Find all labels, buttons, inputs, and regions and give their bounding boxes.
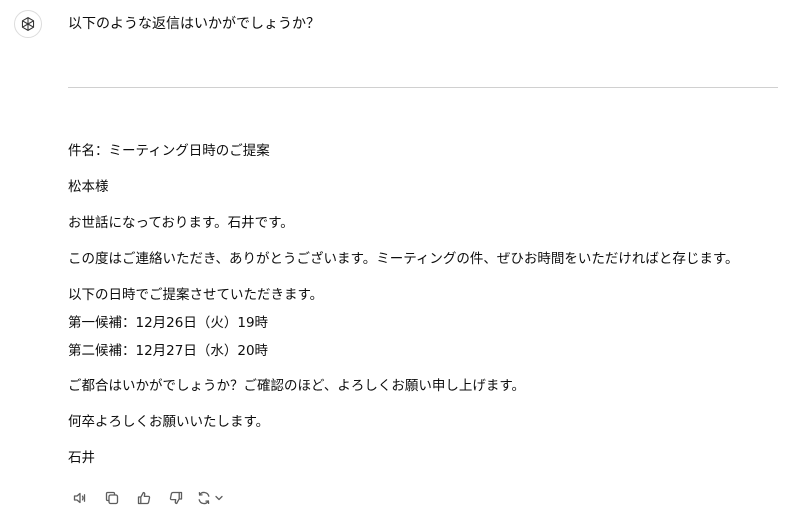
email-proposal-intro: 以下の日時でご提案させていただきます。: [68, 287, 324, 303]
thumbs-down-icon: [169, 491, 183, 505]
email-signature: 石井: [68, 450, 95, 466]
regenerate-icon: [198, 491, 210, 505]
email-option-2: 第二候補：12月27日（水）20時: [68, 343, 269, 359]
assistant-avatar: [14, 10, 42, 38]
assistant-intro-text: 以下のような返信はいかがでしょうか？: [68, 16, 320, 32]
email-paragraph: この度はご連絡いただき、ありがとうございます。ミーティングの件、ぜひお時間をいた…: [68, 251, 739, 267]
email-salutation: 松本様: [68, 179, 109, 195]
email-closing-question: ご都合はいかがでしょうか？ご確認のほど、よろしくお願い申し上げます。: [68, 378, 525, 394]
email-option-1: 第一候補：12月26日（火）19時: [68, 315, 269, 331]
thumbs-down-button[interactable]: [164, 487, 188, 509]
thumbs-up-button[interactable]: [132, 487, 156, 509]
divider: [68, 87, 778, 88]
email-closing: 何卒よろしくお願いいたします。: [68, 414, 270, 430]
regenerate-button[interactable]: [196, 487, 224, 509]
message-actions: [68, 487, 224, 509]
email-greeting: お世話になっております。石井です。: [68, 215, 294, 231]
read-aloud-button[interactable]: [68, 487, 92, 509]
openai-logo-icon: [21, 17, 35, 31]
chevron-down-icon: [215, 495, 223, 501]
thumbs-up-icon: [137, 491, 151, 505]
email-subject: 件名：ミーティング日時のご提案: [68, 143, 270, 159]
speaker-icon: [73, 492, 86, 504]
copy-button[interactable]: [100, 487, 124, 509]
copy-icon: [105, 491, 119, 505]
